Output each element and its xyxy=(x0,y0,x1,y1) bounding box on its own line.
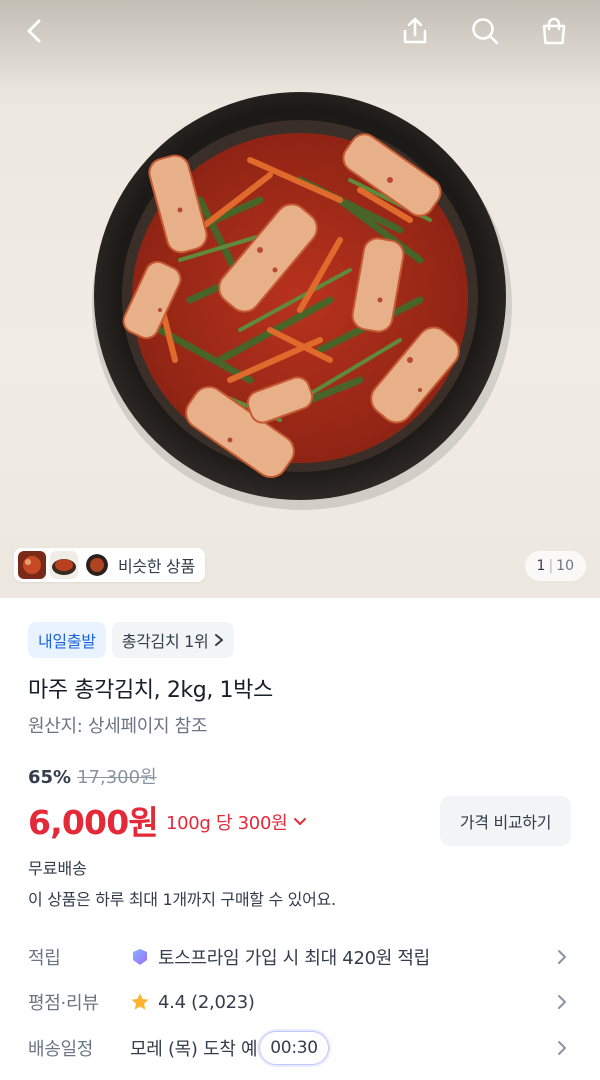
badge-row: 내일출발 총각김치 1위 xyxy=(28,622,235,658)
pager-total: 10 xyxy=(556,558,574,574)
similar-products-button[interactable]: 비슷한 상품 xyxy=(14,548,205,582)
similar-products-label: 비슷한 상품 xyxy=(118,557,195,576)
points-value-group: 토스프라임 가입 시 최대 420원 적립 xyxy=(130,944,552,970)
chevron-left-icon xyxy=(27,19,41,43)
points-key: 적립 xyxy=(28,948,61,969)
pager-separator: | xyxy=(548,558,554,574)
compare-price-button[interactable]: 가격 비교하기 xyxy=(440,796,571,846)
search-button[interactable] xyxy=(462,8,508,54)
sale-price: 6,000원 xyxy=(28,803,159,842)
chevron-right-icon xyxy=(558,1041,566,1055)
ranking-badge[interactable]: 총각김치 1위 xyxy=(111,622,235,658)
purchase-limit-notice: 이 상품은 하루 최대 1개까지 구매할 수 있어요. xyxy=(28,890,336,909)
free-shipping-label: 무료배송 xyxy=(28,859,87,878)
discount-rate: 65% xyxy=(28,767,72,788)
rating-key: 평점·리뷰 xyxy=(28,993,99,1014)
chevron-right-icon xyxy=(558,995,566,1009)
rating-value: 4.4 (2,023) xyxy=(158,991,255,1013)
similar-thumb-1 xyxy=(18,551,46,579)
rating-value-group: 4.4 (2,023) xyxy=(130,992,552,1013)
cart-button[interactable] xyxy=(531,8,577,54)
unit-price: 100g 당 300원 xyxy=(165,813,288,834)
share-button[interactable] xyxy=(392,8,438,54)
rating-row[interactable]: 평점·리뷰 4.4 (2,023) xyxy=(28,982,572,1022)
shopping-bag-icon xyxy=(542,17,566,45)
prime-icon xyxy=(133,949,147,965)
pager-current: 1 xyxy=(536,558,546,574)
original-price: 17,300원 xyxy=(77,767,157,788)
similar-thumb-3 xyxy=(86,554,108,576)
similar-thumb-2 xyxy=(50,551,78,579)
chevron-right-icon xyxy=(558,950,566,964)
chevron-down-icon xyxy=(294,818,307,825)
countdown-timer: 00:30 xyxy=(259,1031,329,1065)
price-row: 6,000원 100g 당 300원 xyxy=(28,796,307,844)
product-origin: 원산지: 상세페이지 참조 xyxy=(28,716,208,737)
top-bar xyxy=(0,0,600,62)
delivery-value-group: 모레 (목) 도착 예 00:30 xyxy=(130,1031,552,1065)
delivery-key: 배송일정 xyxy=(28,1039,94,1060)
chevron-right-icon xyxy=(215,634,224,646)
delivery-badge: 내일출발 xyxy=(28,622,106,658)
discount-row: 65% 17,300원 xyxy=(28,763,157,789)
back-button[interactable] xyxy=(12,8,58,54)
points-row[interactable]: 적립 토스프라임 가입 시 최대 420원 적립 xyxy=(28,937,572,977)
product-image[interactable] xyxy=(0,0,600,598)
points-value: 토스프라임 가입 시 최대 420원 적립 xyxy=(158,948,430,969)
product-title: 마주 총각김치, 2kg, 1박스 xyxy=(28,678,273,703)
image-pager: 1 | 10 xyxy=(524,551,586,581)
delivery-schedule-row[interactable]: 배송일정 모레 (목) 도착 예 00:30 xyxy=(28,1028,572,1068)
ranking-label: 총각김치 1위 xyxy=(121,632,209,651)
unit-price-toggle[interactable]: 100g 당 300원 xyxy=(166,809,307,835)
delivery-chevron xyxy=(552,1040,572,1056)
star-icon xyxy=(131,993,149,1010)
share-icon xyxy=(403,17,427,44)
delivery-value: 모레 (목) 도착 예 xyxy=(130,1039,258,1060)
rating-chevron xyxy=(552,994,572,1010)
points-chevron xyxy=(552,949,572,965)
search-icon xyxy=(472,18,499,45)
